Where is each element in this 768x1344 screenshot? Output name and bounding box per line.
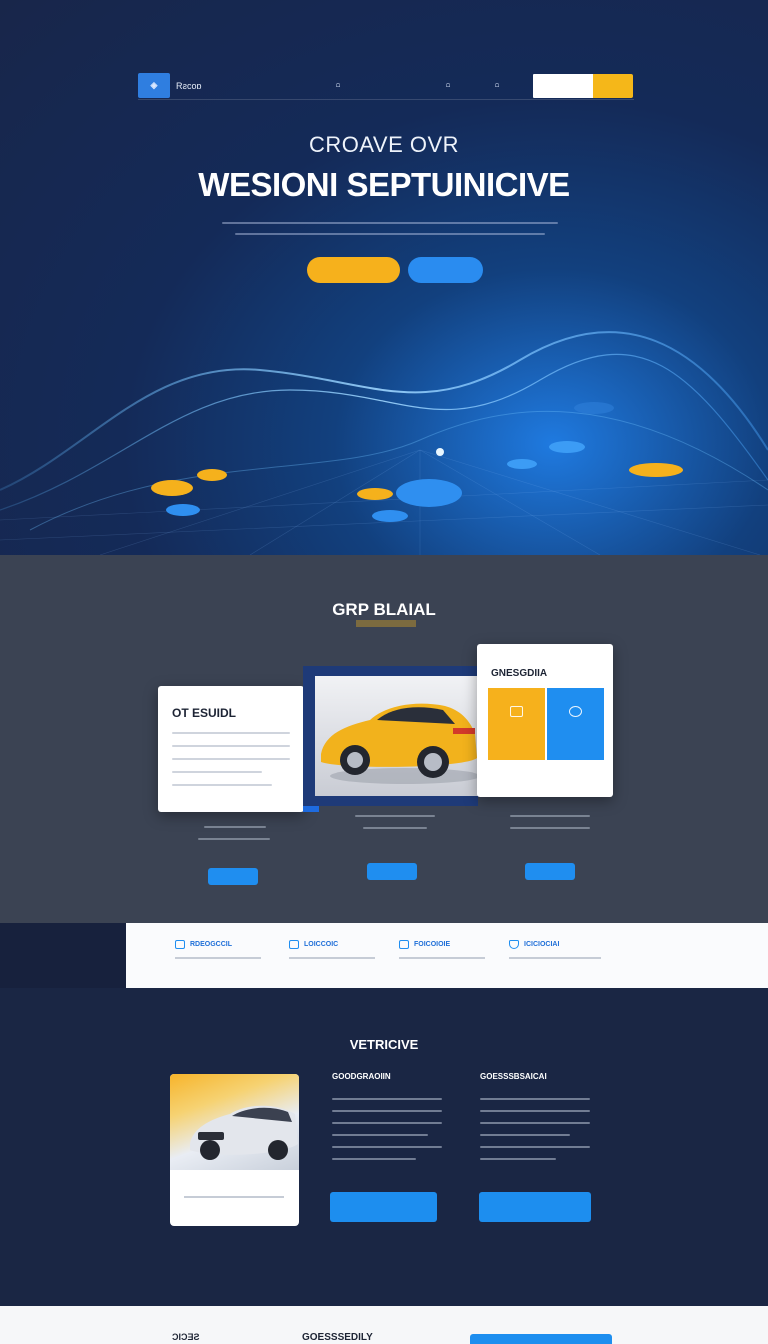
showcase-section: GRP BLAIAL OT ESUIDL GNESGDIIA: [0, 555, 768, 923]
nav-link-1[interactable]: ᗝ: [336, 83, 340, 89]
hero-pretitle: CROAVE OVR: [308, 132, 460, 157]
footer-label-2: GOESSSEDILY: [302, 1332, 373, 1343]
hero-subtitle-lines: [222, 222, 558, 244]
info-card[interactable]: OT ESUIDL: [158, 686, 304, 812]
footer-button[interactable]: [470, 1334, 612, 1344]
feature-card-title: GNESGDIIA: [491, 668, 548, 679]
features-strip: RDEOGCCIL LOICCOIC FOICOIOIE ICICIOCIAI: [126, 923, 768, 988]
info-card-text: [172, 732, 290, 797]
showcase-tag: [356, 620, 416, 627]
info-card-title: OT ESUIDL: [172, 706, 237, 720]
monitor-icon: [175, 940, 185, 949]
caption-2: [355, 815, 435, 839]
car-photo: [315, 676, 480, 796]
hero-secondary-button[interactable]: [408, 257, 483, 283]
caption-1: [198, 826, 270, 850]
card-button-1[interactable]: [208, 868, 258, 885]
strip-dark-block: [0, 923, 126, 988]
blue-tile[interactable]: [547, 688, 604, 760]
hero-primary-button[interactable]: [307, 257, 400, 283]
yellow-car-illustration: [321, 703, 480, 784]
footer-bar: ƆIƆƎƧ GOESSSEDILY: [0, 1306, 768, 1344]
hero-wave-illustration: [0, 331, 768, 555]
column-1-text: [332, 1098, 442, 1170]
nav-link-3[interactable]: ᗝ: [495, 83, 499, 89]
vehicle-card-image: [170, 1074, 299, 1170]
footer-label-1: ƆIƆƎƧ: [172, 1332, 200, 1342]
column-2-title: GOESSSBSAICAI: [480, 1072, 547, 1081]
details-title: VETRICIVE: [349, 1037, 419, 1052]
yellow-tile[interactable]: [488, 688, 545, 760]
car-icon: [399, 940, 409, 949]
document-icon: [510, 706, 523, 717]
feature-card[interactable]: GNESGDIIA: [477, 644, 613, 797]
details-section: VETRICIVE GOODGRAOIIN GOESSSBSAICAI: [0, 988, 768, 1306]
chart-icon: [289, 940, 299, 949]
showcase-title: GRP BLAIAL: [332, 600, 436, 619]
feature-label-3: FOICOIOIE: [414, 941, 451, 948]
shield-icon: [509, 940, 519, 949]
nav-cta-button[interactable]: [593, 74, 633, 98]
car-image-panel[interactable]: [303, 666, 480, 806]
card-button-2[interactable]: [367, 863, 417, 880]
brand-name[interactable]: Rƨcoɒ: [176, 81, 202, 91]
column-1-title: GOODGRAOIIN: [332, 1072, 391, 1081]
nav-link-2[interactable]: ᗝ: [446, 83, 450, 89]
feature-label-4: ICICIOCIAI: [524, 941, 560, 948]
feature-label-2: LOICCOIC: [304, 941, 339, 948]
card-button-3[interactable]: [525, 863, 575, 880]
hero-section: ◈ Rƨcoɒ ᗝ ᗝ ᗝ CROAVE OVR WESIONI SEPTUIN…: [0, 0, 768, 555]
top-navigation: ◈ Rƨcoɒ ᗝ ᗝ ᗝ: [138, 72, 634, 100]
silver-car-illustration: [190, 1105, 298, 1160]
globe-icon: [569, 706, 582, 717]
search-input[interactable]: [533, 74, 593, 98]
vehicle-card[interactable]: [170, 1074, 299, 1226]
logo-icon[interactable]: ◈: [138, 73, 170, 98]
hero-title: WESIONI SEPTUINICIVE: [198, 166, 570, 203]
feature-label-1: RDEOGCCIL: [190, 941, 232, 948]
caption-3: [510, 815, 590, 839]
column-2-button[interactable]: [479, 1192, 591, 1222]
column-2-text: [480, 1098, 590, 1170]
column-1-button[interactable]: [330, 1192, 437, 1222]
